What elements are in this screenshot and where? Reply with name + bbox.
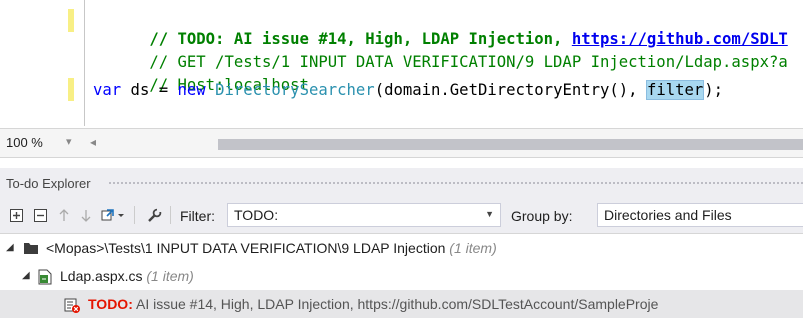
panel-drag-grip[interactable] [108, 181, 803, 186]
zoom-level[interactable]: 100 % [6, 135, 43, 150]
code-line-3[interactable]: // Host:localhost [0, 55, 803, 94]
highlighted-identifier[interactable]: filter [645, 80, 705, 100]
type-name: DirectorySearcher [215, 81, 375, 99]
code-line-4[interactable]: var ds = new DirectorySearcher(domain.Ge… [0, 78, 803, 101]
collapse-all-icon[interactable] [32, 207, 48, 223]
filter-label: Filter: [180, 208, 215, 224]
todo-toolbar: Filter: TODO: ▼ Group by: Directories an… [0, 198, 803, 234]
todo-item-icon [64, 297, 80, 313]
code-args: (domain.GetDirectoryEntry(), [374, 81, 647, 99]
chevron-down-icon[interactable]: ▼ [485, 209, 494, 219]
editor-status-strip: 100 % ▾ ◂ [0, 128, 803, 158]
settings-wrench-icon[interactable] [146, 207, 162, 223]
keyword-new: new [177, 81, 206, 99]
expand-triangle-icon[interactable]: ◢ [22, 270, 30, 281]
panel-title: To-do Explorer [6, 176, 91, 191]
tree-node-todo-item[interactable]: TODO: AI issue #14, High, LDAP Injection… [0, 290, 803, 318]
todo-text: AI issue #14, High, LDAP Injection, http… [132, 296, 659, 312]
todo-keyword: TODO: [88, 296, 133, 312]
item-count: (1 item) [449, 240, 497, 256]
export-icon[interactable] [100, 207, 126, 223]
todo-tree: ◢ <Mopas>\Tests\1 INPUT DATA VERIFICATIO… [0, 234, 803, 318]
code-line-1[interactable]: // TODO: AI issue #14, High, LDAP Inject… [0, 9, 803, 48]
code-ident: ds = [121, 81, 178, 99]
scroll-left-icon[interactable]: ◂ [90, 135, 96, 149]
expand-all-icon[interactable] [8, 207, 24, 223]
folder-path: <Mopas>\Tests\1 INPUT DATA VERIFICATION\… [46, 240, 446, 256]
expand-triangle-icon[interactable]: ◢ [6, 242, 14, 253]
horizontal-scrollbar-thumb[interactable] [218, 139, 803, 150]
todo-explorer-header: To-do Explorer [0, 168, 803, 198]
item-count: (1 item) [146, 268, 194, 284]
code-editor[interactable]: // TODO: AI issue #14, High, LDAP Inject… [0, 0, 803, 128]
group-by-value[interactable]: Directories and Files [604, 207, 732, 223]
group-by-combobox[interactable]: Directories and Files [597, 203, 803, 227]
code-line-2[interactable]: // GET /Tests/1 INPUT DATA VERIFICATION/… [0, 32, 803, 71]
code-end: ); [704, 81, 724, 99]
change-marker [68, 78, 74, 101]
tree-node-folder[interactable]: ◢ <Mopas>\Tests\1 INPUT DATA VERIFICATIO… [0, 234, 803, 262]
toolbar-separator [134, 206, 135, 224]
next-item-icon[interactable] [78, 207, 94, 223]
change-marker [68, 9, 74, 32]
file-name: Ldap.aspx.cs [60, 268, 143, 284]
previous-item-icon[interactable] [56, 207, 72, 223]
filter-combobox[interactable]: TODO: ▼ [227, 203, 501, 227]
folder-icon [24, 241, 38, 255]
zoom-dropdown-icon[interactable]: ▾ [66, 135, 72, 148]
csharp-file-icon [38, 269, 52, 285]
tree-node-file[interactable]: ◢ Ldap.aspx.cs (1 item) [0, 262, 803, 290]
keyword-var: var [93, 81, 122, 99]
toolbar-separator [170, 206, 171, 224]
filter-value[interactable]: TODO: [234, 207, 278, 223]
group-by-label: Group by: [511, 208, 573, 224]
